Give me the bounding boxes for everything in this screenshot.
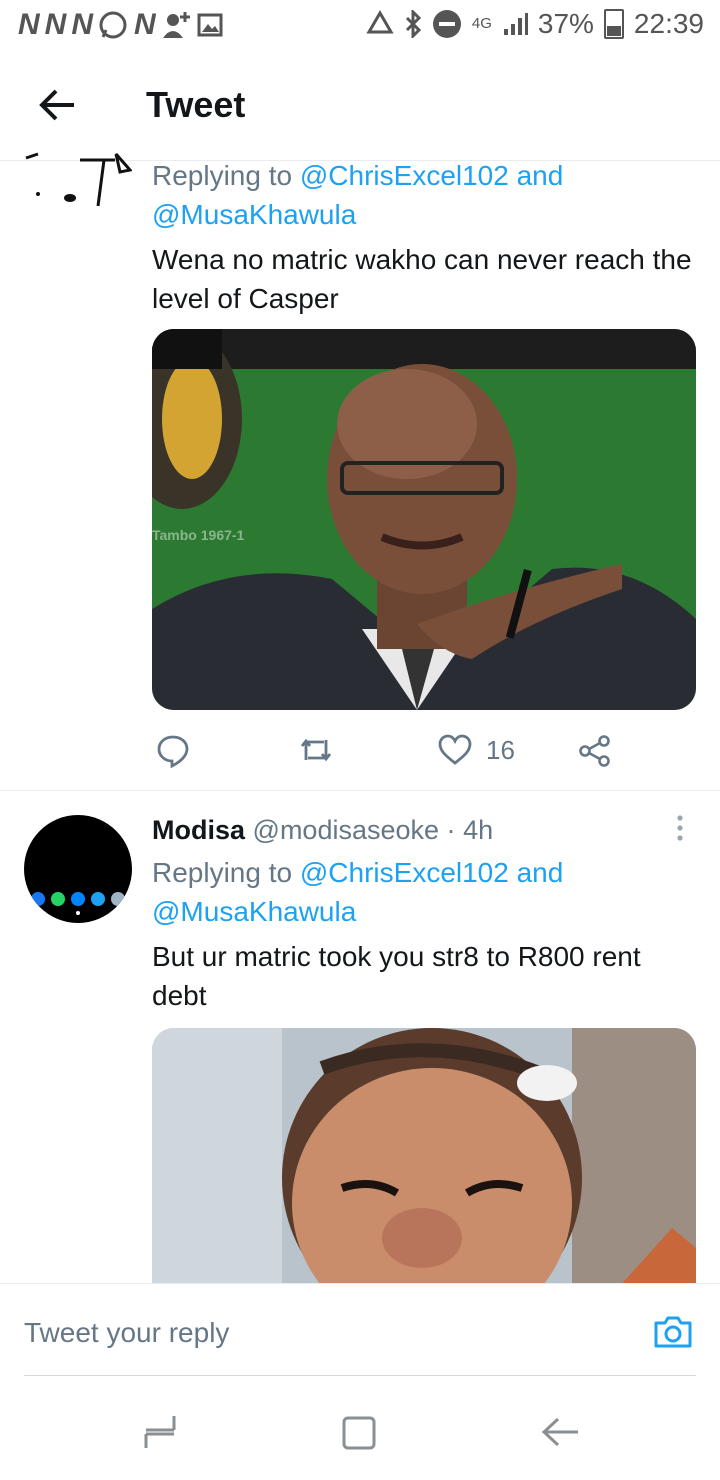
- notification-icons: N N N N: [18, 8, 223, 42]
- retweet-button[interactable]: [298, 734, 334, 766]
- signal-icon: [503, 13, 528, 35]
- heart-icon: [438, 734, 472, 765]
- back-button[interactable]: [30, 78, 84, 132]
- home-icon: [342, 1416, 376, 1450]
- recent-apps-button[interactable]: [140, 1414, 180, 1455]
- replying-to: Replying to @ChrisExcel102 and @MusaKhaw…: [152, 857, 564, 927]
- add-contact-icon: [162, 12, 190, 38]
- top-app-bar: Tweet: [0, 50, 720, 161]
- home-button[interactable]: [340, 1414, 378, 1457]
- notification-n-icon: N: [71, 8, 93, 41]
- avatar[interactable]: [24, 815, 132, 923]
- tweet-text: But ur matric took you str8 to R800 rent…: [152, 941, 641, 1011]
- battery-icon: [603, 9, 624, 39]
- reply-button[interactable]: [156, 734, 190, 768]
- gallery-icon: [197, 13, 223, 37]
- tweet-photo[interactable]: Tambo 1967-1: [152, 329, 696, 710]
- bluetooth-icon: [405, 10, 421, 38]
- reply-input[interactable]: Tweet your reply: [24, 1284, 624, 1374]
- comment-icon: [157, 735, 189, 768]
- tweet[interactable]: Modisa @modisaseoke · 4h Replying to @Ch…: [0, 791, 720, 1283]
- camera-button[interactable]: [652, 1314, 694, 1355]
- recent-apps-icon: [144, 1416, 176, 1448]
- tweet-author-line: Modisa @modisaseoke · 4h: [152, 815, 494, 845]
- network-type: 4G: [471, 15, 492, 32]
- tweet-photo[interactable]: [152, 1028, 696, 1283]
- notification-n-icon: N: [44, 8, 67, 41]
- share-button[interactable]: [578, 734, 612, 768]
- notification-n-icon: N: [134, 8, 156, 41]
- retweet-icon: [300, 738, 332, 762]
- replying-to: Replying to @ChrisExcel102 and @MusaKhaw…: [152, 160, 564, 230]
- reply-composer: Tweet your reply: [0, 1283, 720, 1376]
- back-nav-icon: [541, 1417, 578, 1447]
- like-button[interactable]: 16: [438, 734, 515, 766]
- whatsapp-icon: [99, 11, 127, 39]
- mention-link[interactable]: @ChrisExcel102: [300, 857, 509, 888]
- system-status-icons: 4G 37% 22:39: [366, 8, 704, 40]
- reply-underline: [24, 1375, 696, 1376]
- tweet-time: 4h: [463, 815, 494, 845]
- arrow-left-icon: [39, 89, 74, 121]
- photo-caption: Tambo 1967-1: [152, 527, 245, 543]
- status-bar: N N N N 4G 37% 22:39: [0, 0, 720, 50]
- clock: 22:39: [633, 8, 704, 39]
- battery-percent: 37%: [537, 8, 594, 39]
- page-title: Tweet: [146, 84, 246, 125]
- more-options-button[interactable]: [666, 813, 694, 847]
- back-nav-button[interactable]: [540, 1414, 580, 1455]
- like-count: 16: [486, 734, 515, 765]
- more-vertical-icon: [677, 815, 683, 841]
- notification-n-icon: N: [18, 8, 40, 41]
- author-handle[interactable]: @modisaseoke: [253, 815, 440, 845]
- do-not-disturb-icon: [432, 10, 461, 38]
- system-navigation-bar: [0, 1384, 720, 1480]
- mention-link[interactable]: @MusaKhawula: [152, 199, 356, 230]
- author-name[interactable]: Modisa: [152, 815, 245, 845]
- camera-icon: [654, 1316, 692, 1348]
- recycle-icon: [366, 10, 394, 34]
- mention-link[interactable]: @ChrisExcel102: [300, 160, 509, 191]
- share-icon: [579, 735, 610, 767]
- tweet[interactable]: Replying to @ChrisExcel102 and @MusaKhaw…: [0, 152, 720, 790]
- tweet-text: Wena no matric wakho can never reach the…: [152, 244, 692, 314]
- avatar[interactable]: [20, 150, 132, 220]
- mention-link[interactable]: @MusaKhawula: [152, 896, 356, 927]
